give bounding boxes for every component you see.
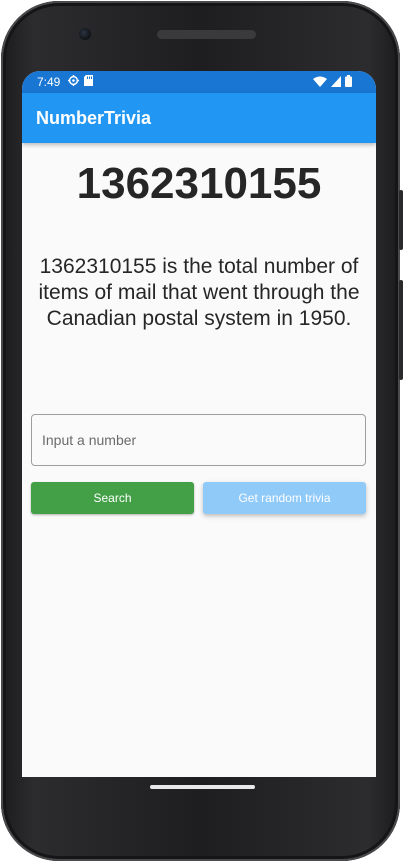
- random-trivia-button[interactable]: Get random trivia: [203, 482, 366, 514]
- power-button: [399, 190, 403, 250]
- battery-icon: [345, 75, 352, 87]
- volume-button: [399, 280, 403, 380]
- search-button[interactable]: Search: [31, 482, 194, 514]
- wifi-icon: [313, 76, 327, 87]
- earpiece-speaker: [157, 30, 256, 39]
- app-bar: NumberTrivia: [22, 93, 376, 143]
- status-notification-icons: [68, 75, 93, 86]
- trivia-number: 1362310155: [76, 159, 322, 208]
- signal-icon: [331, 75, 341, 87]
- front-camera-icon: [79, 28, 91, 40]
- home-gesture-bar[interactable]: [150, 785, 255, 789]
- app-title: NumberTrivia: [36, 108, 152, 128]
- status-system-icons: [313, 75, 352, 87]
- phone-device: 7:49 NumberTrivia 1362310155 1362310155 …: [0, 0, 403, 864]
- number-input[interactable]: [31, 414, 366, 466]
- status-time: 7:49: [37, 75, 61, 89]
- trivia-text: 1362310155 is the total number of items …: [38, 255, 360, 330]
- status-bar: 7:49: [22, 71, 376, 93]
- settings-icon: [68, 75, 79, 86]
- screen: 7:49 NumberTrivia 1362310155 1362310155 …: [22, 71, 376, 777]
- sd-card-icon: [84, 75, 93, 86]
